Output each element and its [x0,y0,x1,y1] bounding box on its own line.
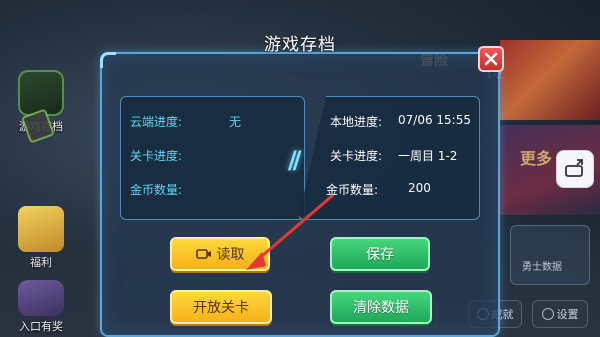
close-button[interactable] [478,46,504,72]
menu-item-label: 入口有奖 [19,320,63,333]
rotate-screen-icon [565,159,583,177]
clear-data-button[interactable]: 清除数据 [330,290,432,324]
read-button[interactable]: 读取 [170,237,270,271]
open-levels-button[interactable]: 开放关卡 [170,290,272,324]
gear-icon [541,308,554,320]
read-button-label: 读取 [216,247,245,263]
divider-slashes: // [288,146,301,174]
local-level-label: 关卡进度: [330,149,383,163]
cloud-coins-label: 金币数量: [130,183,183,197]
cloud-level-label: 关卡进度: [130,149,183,163]
save-button[interactable]: 保存 [330,237,430,271]
menu-item-welfare[interactable]: 福利 [6,206,76,270]
gift-icon [18,206,64,252]
local-coins-value: 200 [408,181,431,195]
menu-item-label: 福利 [30,256,52,269]
save-button-label: 保存 [366,247,394,263]
video-camera-icon [195,249,211,259]
background-more-text: 更多 [520,149,553,168]
cloud-progress-value: 无 [229,115,242,129]
local-progress-label: 本地进度: [330,115,383,129]
local-level-value: 一周目 1-2 [398,149,458,163]
open-levels-label: 开放关卡 [193,300,249,316]
screen-rotate-button[interactable] [556,150,594,188]
dialog-title: 游戏存档 [264,35,336,55]
background-gear-panel [510,225,590,285]
background-gear-label: 勇士数据 [522,262,562,273]
settings-label: 设置 [556,308,579,321]
settings-button[interactable]: 设置 [532,300,588,328]
cloud-progress-label: 云端进度: [130,115,183,129]
clear-data-label: 清除数据 [353,300,409,316]
local-progress-value: 07/06 15:55 [398,113,471,127]
local-coins-label: 金币数量: [326,183,379,197]
close-icon [484,52,498,66]
menu-item-reward[interactable]: 入口有奖 [6,280,76,334]
reward-icon [18,280,64,316]
